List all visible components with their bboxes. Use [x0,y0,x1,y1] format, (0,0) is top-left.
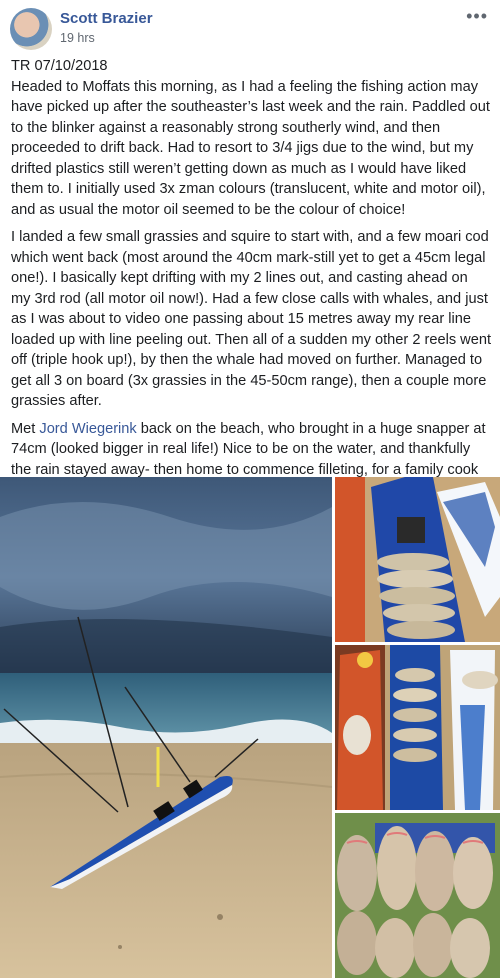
avatar[interactable] [10,8,52,50]
fish-on-kayak-photo[interactable] [335,477,500,642]
fish-pile-photo[interactable] [335,813,500,978]
post-paragraph-1: TR 07/10/2018 Headed to Moffats this mor… [11,58,490,218]
paragraph-3-start: Met [11,420,40,437]
mention-link[interactable]: Jord Wiegerink [39,421,136,437]
post-header: Scott Brazier 19 hrs ••• [0,0,500,54]
post-timestamp[interactable]: 19 hrs [60,31,95,45]
kayaks-with-catch-photo[interactable] [335,645,500,810]
author-name[interactable]: Scott Brazier [60,10,153,27]
photo-grid [0,477,500,978]
post-text: TR 07/10/2018 Headed to Moffats this mor… [11,56,491,508]
post-paragraph-2: I landed a few small grassies and squire… [11,229,492,409]
kayak-on-beach-photo[interactable] [0,477,332,978]
more-horizontal-icon[interactable]: ••• [466,6,488,27]
